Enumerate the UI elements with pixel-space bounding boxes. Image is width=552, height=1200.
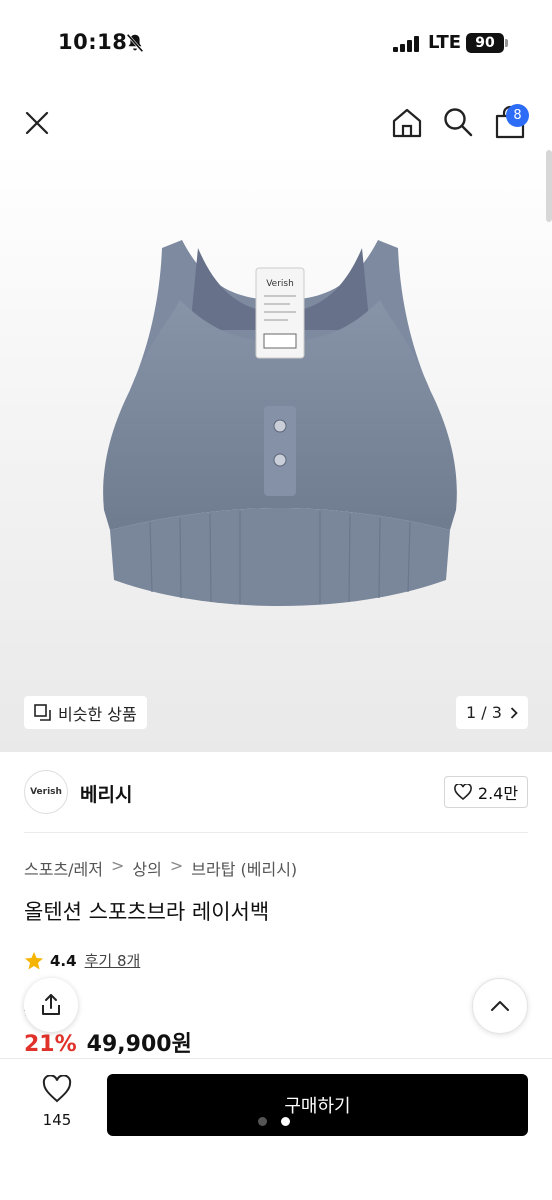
wishlist-button[interactable]: 145: [30, 1074, 84, 1129]
breadcrumb: 스포츠/레저 > 상의 > 브라탑 (베리시): [24, 856, 297, 880]
similar-products-button[interactable]: 비슷한 상품: [24, 696, 147, 729]
breadcrumb-item[interactable]: 상의: [132, 856, 161, 880]
discount-rate: 21%: [24, 1032, 77, 1057]
section-divider: [24, 832, 528, 833]
brand-like-count: 2.4만: [477, 784, 519, 803]
signal-icon: [393, 36, 419, 52]
breadcrumb-item[interactable]: 스포츠/레저: [24, 856, 103, 880]
scroll-to-top-button[interactable]: [472, 978, 528, 1034]
chevron-right-icon: [510, 706, 518, 719]
similar-products-label: 비슷한 상품: [58, 704, 137, 724]
close-icon[interactable]: [22, 108, 52, 138]
carousel-dot: [258, 1117, 267, 1126]
home-icon[interactable]: [390, 106, 424, 140]
product-image: Verish: [103, 240, 457, 606]
rating-score: 4.4: [50, 951, 77, 970]
share-icon: [42, 994, 60, 1015]
chevron-up-icon: [491, 1001, 509, 1011]
carousel-dot-active: [281, 1117, 290, 1126]
svg-text:Verish: Verish: [266, 279, 294, 289]
buy-button[interactable]: 구매하기: [107, 1074, 528, 1136]
cart-count-badge: 8: [506, 104, 529, 127]
breadcrumb-item[interactable]: 브라탑 (베리시): [191, 856, 297, 880]
product-image-gallery[interactable]: Verish 비슷한 상품 1 / 3: [0, 150, 552, 752]
image-pager[interactable]: 1 / 3: [456, 696, 528, 729]
product-title: 올텐션 스포츠브라 레이서백: [24, 900, 270, 924]
star-icon: [25, 951, 43, 969]
image-page-indicator: 1 / 3: [466, 703, 502, 722]
brand-logo[interactable]: Verish: [24, 770, 68, 814]
brand-like-button[interactable]: 2.4만: [444, 776, 528, 808]
breadcrumb-separator: >: [111, 856, 125, 875]
rating-row: 4.4 후기 8개: [24, 950, 140, 971]
status-bar: 10:18 LTE 90: [0, 0, 552, 90]
network-type: LTE: [428, 32, 462, 53]
heart-icon: [42, 1074, 72, 1103]
bell-muted-icon: [126, 33, 144, 53]
wishlist-count: 145: [42, 1111, 72, 1129]
similar-products-icon: [34, 703, 51, 721]
breadcrumb-separator: >: [169, 856, 184, 875]
share-button[interactable]: [24, 978, 78, 1032]
battery-tip: [505, 39, 508, 47]
carousel-dots: [258, 1117, 290, 1126]
brand-logo-text: Verish: [30, 787, 62, 797]
battery-icon: 90: [466, 33, 504, 53]
heart-outline-icon: [454, 784, 472, 800]
bottom-action-bar: 145 구매하기: [0, 1058, 552, 1200]
buy-button-label: 구매하기: [284, 1096, 351, 1117]
scrollbar[interactable]: [546, 150, 552, 222]
brand-name[interactable]: 베리시: [80, 780, 132, 807]
sale-price: 49,900원: [86, 1032, 192, 1057]
search-icon[interactable]: [442, 106, 474, 138]
status-time: 10:18: [58, 30, 128, 54]
review-link[interactable]: 후기 8개: [85, 950, 141, 971]
